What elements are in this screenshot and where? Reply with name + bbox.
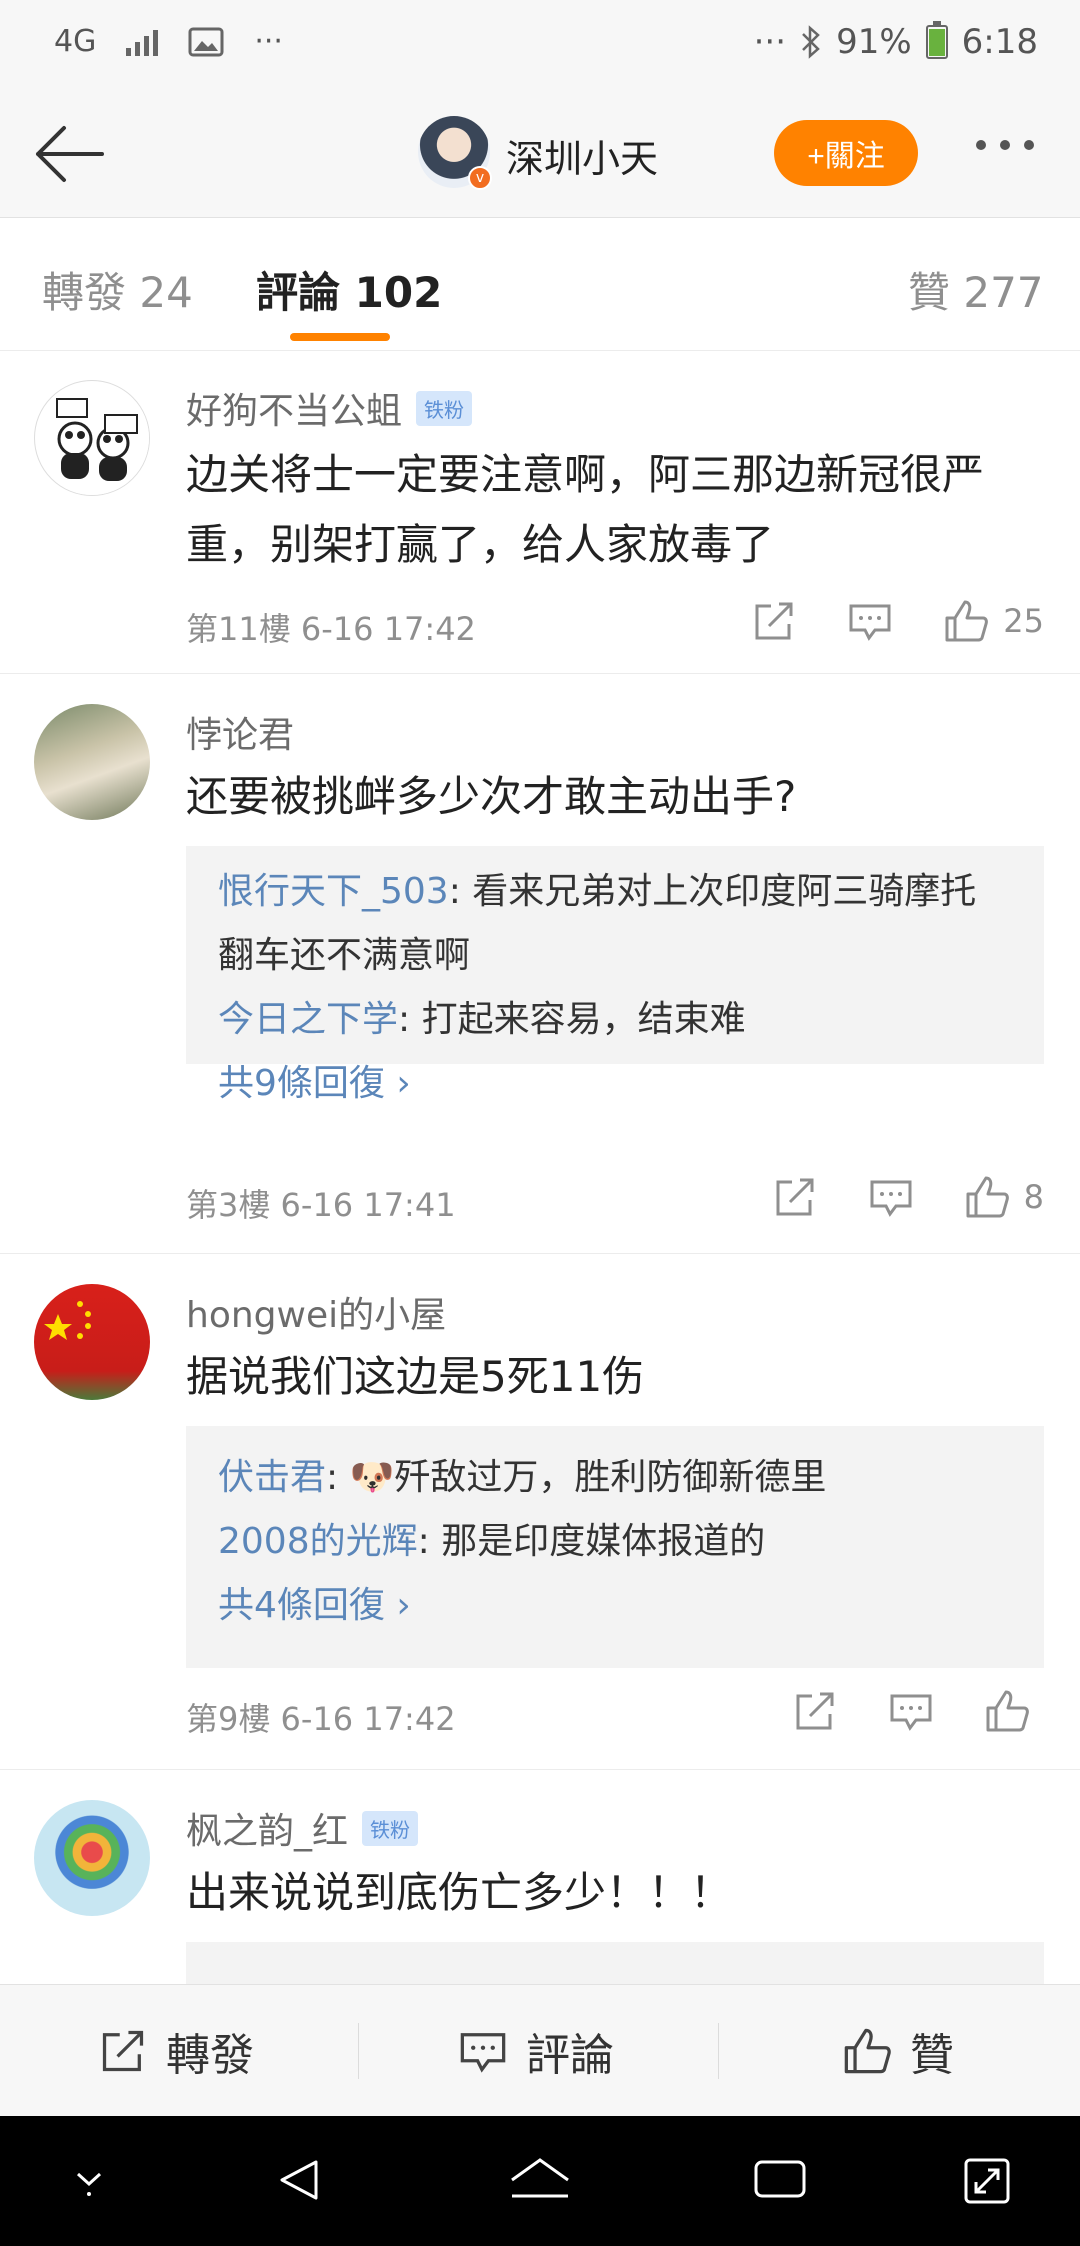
reply-item: 2008的光辉: 那是印度媒体报道的 bbox=[218, 1510, 1012, 1574]
comment-text: 出来说说到底伤亡多少！！！ bbox=[186, 1868, 733, 1917]
nav-header: v 深圳小天 +關注 bbox=[0, 90, 1080, 218]
commenter-name[interactable]: hongwei的小屋 bbox=[186, 1286, 446, 1338]
fan-badge: 铁粉 bbox=[362, 1811, 419, 1846]
commenter-avatar[interactable] bbox=[34, 1284, 150, 1400]
hide-keyboard-icon[interactable] bbox=[66, 2156, 112, 2202]
follow-button-label: +關注 bbox=[807, 140, 885, 173]
comment-text: 还要被挑衅多少次才敢主动出手? bbox=[186, 772, 797, 821]
network-indicator: 4G bbox=[54, 24, 97, 59]
thumbs-up-icon bbox=[966, 1176, 1009, 1218]
repost-icon bbox=[102, 2030, 144, 2072]
image-icon bbox=[188, 27, 224, 56]
status-bar: 4G ··· ··· 91% 6:18 bbox=[0, 0, 1080, 90]
bluetooth-icon bbox=[802, 25, 820, 59]
comment-item: 悖论君 还要被挑衅多少次才敢主动出手? 恨行天下_503: 看来兄弟对上次印度阿… bbox=[0, 674, 1080, 1254]
battery-icon bbox=[925, 21, 948, 59]
repost-icon[interactable] bbox=[792, 1688, 838, 1734]
back-icon[interactable] bbox=[276, 2156, 324, 2204]
thumbs-up-icon bbox=[986, 1690, 1029, 1732]
reply-box[interactable]: 伏击君: 🐶歼敌过万，胜利防御新德里 2008的光辉: 那是印度媒体报道的 共4… bbox=[186, 1426, 1044, 1668]
thumbs-up-icon bbox=[844, 2028, 891, 2074]
like-action[interactable]: 8 bbox=[964, 1174, 1044, 1220]
commenter-avatar[interactable] bbox=[34, 1800, 150, 1916]
active-tab-indicator bbox=[290, 333, 390, 341]
comment-item: hongwei的小屋 据说我们这边是5死11伤 伏击君: 🐶歼敌过万，胜利防御新… bbox=[0, 1254, 1080, 1770]
battery-percent: 91% bbox=[836, 22, 912, 62]
reply-text: : 🐶歼敌过万，胜利防御新德里 bbox=[326, 1457, 827, 1498]
system-nav-bar bbox=[0, 2116, 1080, 2246]
reply-item: 恨行天下_503: 看来兄弟对上次印度阿三骑摩托翻车还不满意啊 bbox=[218, 860, 1012, 988]
divider bbox=[358, 2023, 359, 2079]
bottom-action-bar: 轉發 評論 贊 bbox=[0, 1984, 1080, 2116]
author-name[interactable]: 深圳小天 bbox=[506, 128, 658, 183]
comment-icon bbox=[460, 2033, 506, 2073]
more-notifications: ··· bbox=[254, 24, 283, 59]
comment-item: 枫之韵_红 铁粉 出来说说到底伤亡多少！！！ bbox=[0, 1770, 1080, 1984]
verified-badge-icon: v bbox=[468, 166, 492, 190]
reply-box[interactable]: 恨行天下_503: 看来兄弟对上次印度阿三骑摩托翻车还不满意啊 今日之下学: 打… bbox=[186, 846, 1044, 1104]
comment-button[interactable]: 評論 bbox=[458, 1985, 614, 2117]
reply-author[interactable]: 今日之下学 bbox=[218, 999, 398, 1040]
reply-text: : 打起来容易，结束难 bbox=[398, 999, 746, 1040]
comment-icon[interactable] bbox=[847, 598, 893, 644]
comment-icon[interactable] bbox=[888, 1688, 934, 1734]
like-button[interactable]: 贊 bbox=[842, 1985, 954, 2117]
reply-box[interactable] bbox=[186, 1942, 1044, 1984]
comment-actions: 25 bbox=[751, 598, 1044, 644]
tab-comments[interactable]: 評論 102 bbox=[256, 259, 442, 320]
divider bbox=[718, 2023, 719, 2079]
back-arrow-icon[interactable] bbox=[30, 124, 106, 184]
home-icon[interactable] bbox=[508, 2156, 572, 2204]
commenter-avatar[interactable] bbox=[34, 380, 150, 496]
comment-actions bbox=[792, 1688, 1044, 1734]
comment-actions: 8 bbox=[772, 1174, 1044, 1220]
commenter-name[interactable]: 悖论君 bbox=[186, 706, 294, 758]
repost-label: 轉發 bbox=[166, 2030, 254, 2081]
view-all-replies-link[interactable]: 共4條回復 › bbox=[218, 1574, 1012, 1638]
reply-text: : 那是印度媒体报道的 bbox=[417, 1521, 766, 1562]
commenter-avatar[interactable] bbox=[34, 704, 150, 820]
reply-author[interactable]: 伏击君 bbox=[218, 1457, 326, 1498]
like-count: 25 bbox=[1003, 602, 1044, 640]
signal-icon bbox=[126, 28, 159, 56]
recent-apps-icon[interactable] bbox=[752, 2156, 808, 2202]
expand-icon[interactable] bbox=[962, 2156, 1012, 2206]
comment-meta: 第11樓 6-16 17:42 bbox=[186, 610, 476, 648]
comment-meta: 第9樓 6-16 17:42 bbox=[186, 1700, 456, 1738]
like-action[interactable]: 25 bbox=[943, 598, 1044, 644]
like-action[interactable] bbox=[984, 1688, 1044, 1734]
view-all-replies-link[interactable]: 共9條回復 › bbox=[218, 1052, 1012, 1116]
reply-author[interactable]: 2008的光辉 bbox=[218, 1521, 418, 1562]
reply-author[interactable]: 恨行天下_503 bbox=[218, 871, 449, 912]
more-options-icon[interactable] bbox=[976, 140, 1034, 150]
fan-badge: 铁粉 bbox=[416, 391, 473, 426]
commenter-name[interactable]: 枫之韵_红 铁粉 bbox=[186, 1802, 419, 1854]
repost-button[interactable]: 轉發 bbox=[98, 1985, 254, 2117]
comment-text: 据说我们这边是5死11伤 bbox=[186, 1352, 645, 1401]
comment-meta: 第3樓 6-16 17:41 bbox=[186, 1186, 456, 1224]
repost-icon[interactable] bbox=[751, 598, 797, 644]
comment-label: 評論 bbox=[526, 2030, 614, 2081]
tab-reposts[interactable]: 轉發 24 bbox=[42, 259, 193, 320]
commenter-name[interactable]: 好狗不当公蛆 铁粉 bbox=[186, 382, 473, 434]
repost-icon[interactable] bbox=[772, 1174, 818, 1220]
comment-icon[interactable] bbox=[868, 1174, 914, 1220]
status-more: ··· bbox=[753, 22, 787, 62]
thumbs-up-icon bbox=[945, 600, 989, 642]
reply-item: 伏击君: 🐶歼敌过万，胜利防御新德里 bbox=[218, 1446, 1012, 1510]
comment-text: 边关将士一定要注意啊，阿三那边新冠很严重，别架打赢了，给人家放毒了 bbox=[186, 450, 985, 569]
follow-button[interactable]: +關注 bbox=[774, 120, 918, 186]
reply-item: 今日之下学: 打起来容易，结束难 bbox=[218, 988, 1012, 1052]
comment-item: 好狗不当公蛆 铁粉 边关将士一定要注意啊，阿三那边新冠很严重，别架打赢了，给人家放… bbox=[0, 352, 1080, 674]
tab-bar: 轉發 24 評論 102 贊 277 bbox=[0, 219, 1080, 351]
like-count: 8 bbox=[1023, 1178, 1044, 1216]
clock: 6:18 bbox=[961, 22, 1038, 62]
like-label: 贊 bbox=[910, 2030, 954, 2081]
tab-likes[interactable]: 贊 277 bbox=[908, 259, 1044, 320]
